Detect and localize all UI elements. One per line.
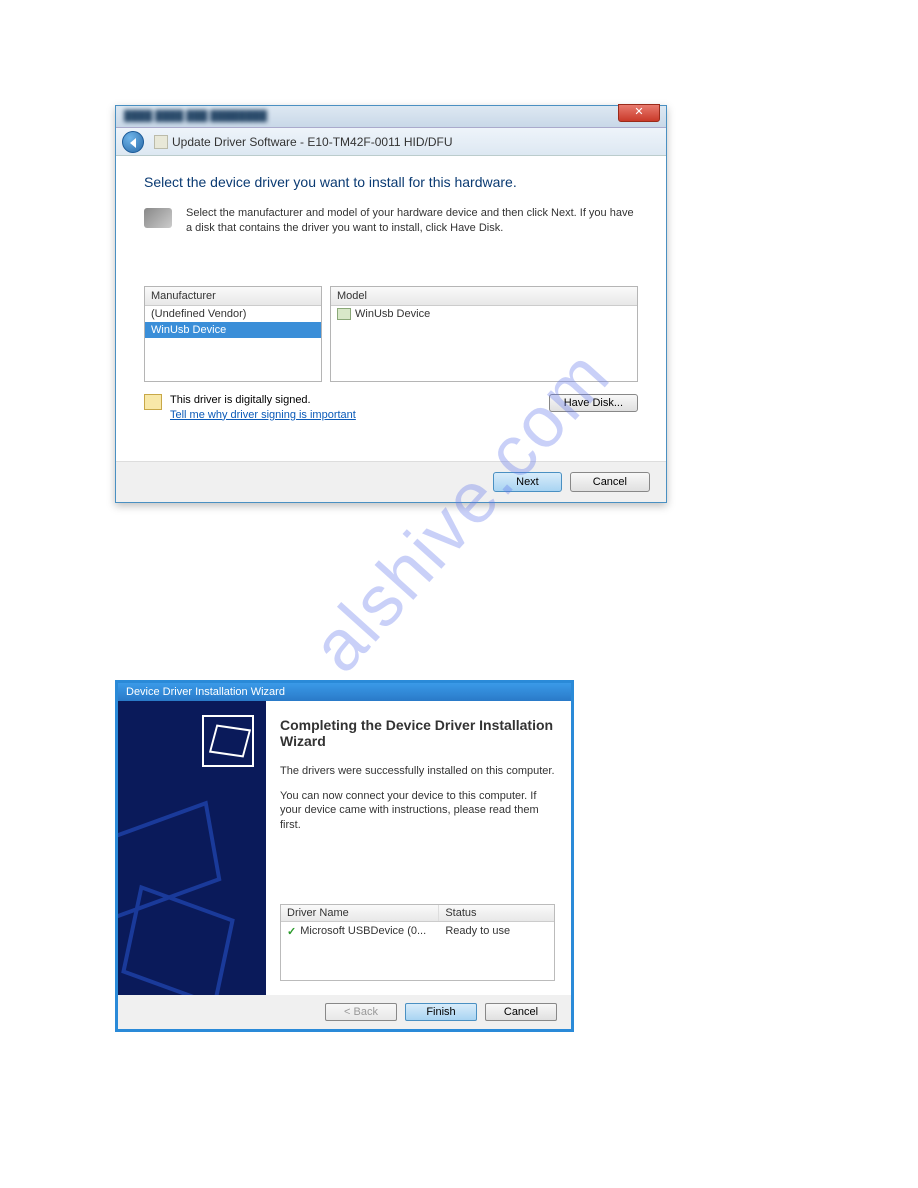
close-button[interactable]: ✕ — [618, 104, 660, 122]
cancel-button[interactable]: Cancel — [485, 1003, 557, 1021]
success-text: The drivers were successfully installed … — [280, 765, 555, 777]
dialog1-nav-row: Update Driver Software - E10-TM42F-0011 … — [116, 128, 666, 156]
instruction-text: Select the manufacturer and model of you… — [186, 206, 638, 236]
cancel-button[interactable]: Cancel — [570, 472, 650, 492]
install-wizard-dialog: Device Driver Installation Wizard Comple… — [115, 680, 574, 1032]
certificate-icon — [144, 394, 162, 410]
chip-icon — [144, 208, 172, 228]
manufacturer-listbox[interactable]: Manufacturer (Undefined Vendor) WinUsb D… — [144, 286, 322, 382]
back-button: < Back — [325, 1003, 397, 1021]
signature-left: This driver is digitally signed. Tell me… — [144, 394, 356, 421]
device-icon — [337, 308, 351, 320]
col-driver-name: Driver Name — [281, 905, 439, 921]
dialog2-title: Device Driver Installation Wizard — [118, 683, 571, 701]
driver-table: Driver Name Status ✓ Microsoft USBDevice… — [280, 904, 555, 981]
manufacturer-header: Manufacturer — [145, 287, 321, 306]
dialog1-heading: Select the device driver you want to ins… — [144, 174, 638, 190]
table-row: ✓ Microsoft USBDevice (0... Ready to use — [281, 922, 554, 980]
have-disk-button[interactable]: Have Disk... — [549, 394, 638, 412]
nav-title-text: Update Driver Software - E10-TM42F-0011 … — [172, 135, 453, 149]
dialog1-nav-title: Update Driver Software - E10-TM42F-0011 … — [154, 135, 453, 149]
connect-text: You can now connect your device to this … — [280, 789, 555, 832]
model-header: Model — [331, 287, 637, 306]
dialog2-body: Completing the Device Driver Installatio… — [118, 701, 571, 995]
dialog2-heading: Completing the Device Driver Installatio… — [280, 717, 555, 749]
blurred-title: ████ ████ ███ ████████ — [116, 108, 275, 125]
driver-name-cell: Microsoft USBDevice (0... — [300, 925, 426, 937]
signature-row: This driver is digitally signed. Tell me… — [144, 394, 638, 421]
box-icon — [202, 715, 254, 767]
wizard-sidebar — [118, 701, 266, 995]
next-button[interactable]: Next — [493, 472, 562, 492]
dialog1-footer: Next Cancel — [116, 461, 666, 502]
manufacturer-item-winusb[interactable]: WinUsb Device — [145, 322, 321, 338]
back-button-icon[interactable] — [122, 131, 144, 153]
table-header: Driver Name Status — [281, 905, 554, 922]
driver-status-cell: Ready to use — [439, 922, 554, 940]
sidebar-shape — [121, 885, 235, 995]
dialog1-content: Select the device driver you want to ins… — [116, 156, 666, 461]
model-listbox[interactable]: Model WinUsb Device — [330, 286, 638, 382]
model-item-label: WinUsb Device — [355, 308, 430, 320]
dialog2-footer: < Back Finish Cancel — [118, 995, 571, 1029]
dialog2-main: Completing the Device Driver Installatio… — [266, 701, 571, 995]
model-item-winusb[interactable]: WinUsb Device — [331, 306, 637, 322]
signed-text: This driver is digitally signed. — [170, 394, 356, 406]
list-container: Manufacturer (Undefined Vendor) WinUsb D… — [144, 286, 638, 382]
col-status: Status — [439, 905, 554, 921]
check-icon: ✓ — [287, 925, 296, 938]
dialog1-titlebar: ████ ████ ███ ████████ ✕ — [116, 106, 666, 128]
manufacturer-item-undefined[interactable]: (Undefined Vendor) — [145, 306, 321, 322]
finish-button[interactable]: Finish — [405, 1003, 477, 1021]
instruction-row: Select the manufacturer and model of you… — [144, 206, 638, 236]
update-driver-dialog: ████ ████ ███ ████████ ✕ Update Driver S… — [115, 105, 667, 503]
document-icon — [154, 135, 168, 149]
signing-info-link[interactable]: Tell me why driver signing is important — [170, 409, 356, 421]
